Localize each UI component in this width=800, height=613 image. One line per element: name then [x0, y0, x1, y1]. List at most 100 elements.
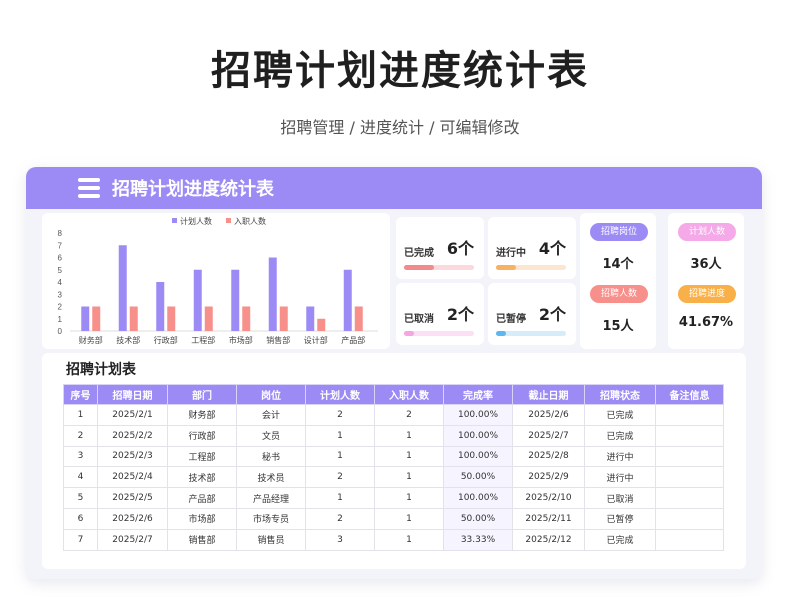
- column-header[interactable]: 部门: [167, 384, 237, 405]
- table-row[interactable]: 1 2025/2/1 财务部 会计 2 2 100.00% 2025/2/6 已完成: [63, 404, 724, 426]
- column-header[interactable]: 序号: [63, 384, 98, 405]
- bar-hired: [129, 306, 138, 331]
- table-row[interactable]: 6 2025/2/6 市场部 市场专员 2 1 50.00% 2025/2/11 已暂停: [63, 507, 724, 530]
- kpi-label-pill: 招聘岗位: [590, 223, 648, 241]
- table-cell: 销售部: [167, 528, 237, 551]
- table-cell: 2025/2/1: [97, 404, 168, 426]
- table-cell: 50.00%: [443, 507, 513, 530]
- stat-card: 进行中 4个: [488, 217, 576, 279]
- plan-table-panel: 招聘计划表 序号 招聘日期 部门 岗位 计划人数 入职人数 完成率 截止日期 招聘状态 备注信息 …: [42, 353, 746, 569]
- y-tick-label: 0: [58, 327, 63, 336]
- bar-hired: [92, 306, 101, 331]
- kpi-value: 14个: [602, 257, 634, 272]
- table-cell: 行政部: [167, 424, 237, 447]
- table-cell: 2025/2/8: [512, 445, 585, 468]
- legend-swatch: [226, 218, 231, 223]
- stat-value: 2个: [446, 305, 474, 324]
- table-cell: 5: [63, 487, 98, 509]
- table-header-row: 序号 招聘日期 部门 岗位 计划人数 入职人数 完成率 截止日期 招聘状态 备注信息: [63, 384, 724, 405]
- table-title: 招聘计划表: [66, 362, 136, 378]
- table-cell: [655, 528, 724, 551]
- kpi-value: 41.67%: [678, 315, 734, 330]
- table-cell: 1: [374, 507, 444, 530]
- y-tick-label: 4: [58, 278, 63, 287]
- table-cell: 2025/2/9: [512, 466, 585, 489]
- legend-label: 计划人数: [180, 216, 212, 226]
- table-row[interactable]: 2 2025/2/2 行政部 文员 1 1 100.00% 2025/2/7 已完成: [63, 424, 724, 447]
- card-title: 招聘计划进度统计表: [112, 179, 274, 200]
- table-cell: 100.00%: [443, 424, 513, 447]
- plan-table: 序号 招聘日期 部门 岗位 计划人数 入职人数 完成率 截止日期 招聘状态 备注信息 1 2025/…: [63, 384, 724, 551]
- table-cell: 2: [305, 507, 375, 530]
- column-header[interactable]: 入职人数: [374, 384, 444, 405]
- table-cell: [655, 424, 724, 447]
- column-header[interactable]: 招聘状态: [584, 384, 656, 405]
- table-cell: 1: [305, 487, 375, 509]
- x-tick-label: 财务部: [79, 335, 103, 345]
- table-cell: 1: [63, 404, 98, 426]
- table-cell: 已完成: [584, 404, 656, 426]
- column-header[interactable]: 截止日期: [512, 384, 585, 405]
- column-header[interactable]: 备注信息: [655, 384, 724, 405]
- column-header[interactable]: 计划人数: [305, 384, 375, 405]
- table-cell: 2025/2/6: [97, 507, 168, 530]
- table-cell: [655, 445, 724, 468]
- column-header[interactable]: 招聘日期: [97, 384, 168, 405]
- stat-progress-track: [404, 331, 474, 336]
- table-cell: 技术部: [167, 466, 237, 489]
- table-cell: 1: [374, 487, 444, 509]
- table-cell: 1: [374, 424, 444, 447]
- stat-progress-fill: [404, 331, 414, 336]
- stat-progress-track: [496, 331, 566, 336]
- table-cell: 会计: [236, 404, 306, 426]
- table-row[interactable]: 4 2025/2/4 技术部 技术员 2 1 50.00% 2025/2/9 进行中: [63, 466, 724, 489]
- table-cell: 销售员: [236, 528, 306, 551]
- table-cell: [655, 466, 724, 489]
- column-header[interactable]: 岗位: [236, 384, 306, 405]
- table-cell: 2: [305, 404, 375, 426]
- table-cell: 4: [63, 466, 98, 489]
- table-cell: 进行中: [584, 445, 656, 468]
- table-cell: 技术员: [236, 466, 306, 489]
- table-cell: 2025/2/5: [97, 487, 168, 509]
- table-cell: 3: [63, 445, 98, 468]
- bar-hired: [354, 306, 363, 331]
- table-cell: 100.00%: [443, 404, 513, 426]
- table-cell: 2025/2/10: [512, 487, 585, 509]
- menu-icon[interactable]: [78, 177, 100, 199]
- table-cell: 100.00%: [443, 445, 513, 468]
- table-cell: 产品部: [167, 487, 237, 509]
- y-tick-label: 7: [58, 241, 63, 250]
- table-cell: 100.00%: [443, 487, 513, 509]
- column-header[interactable]: 完成率: [443, 384, 513, 405]
- x-tick-label: 产品部: [341, 335, 365, 345]
- y-tick-label: 2: [58, 303, 63, 312]
- table-row[interactable]: 3 2025/2/3 工程部 秘书 1 1 100.00% 2025/2/8 进行中: [63, 445, 724, 468]
- table-row[interactable]: 5 2025/2/5 产品部 产品经理 1 1 100.00% 2025/2/10 已取消: [63, 487, 724, 509]
- bar-hired: [279, 306, 288, 331]
- table-cell: 2: [374, 404, 444, 426]
- x-tick-label: 行政部: [154, 335, 178, 345]
- y-tick-label: 8: [58, 229, 63, 238]
- kpi-column: 招聘岗位 14个 招聘人数 15人: [580, 213, 656, 349]
- table-cell: 6: [63, 507, 98, 530]
- legend-swatch: [172, 218, 177, 223]
- stat-card: 已取消 2个: [396, 283, 484, 345]
- bar-planned: [268, 257, 277, 331]
- table-cell: 文员: [236, 424, 306, 447]
- bar-planned: [343, 269, 352, 331]
- table-cell: 50.00%: [443, 466, 513, 489]
- table-cell: 3: [305, 528, 375, 551]
- bar-planned: [231, 269, 240, 331]
- table-row[interactable]: 7 2025/2/7 销售部 销售员 3 1 33.33% 2025/2/12 已完成: [63, 528, 724, 551]
- bar-chart: 0 1 2 3 4 5 6 7 8 计划人数 入职人数财务部 技术部 行政部 工程部 市场部 销售部 设计部 产品…: [58, 216, 378, 345]
- table-cell: 2025/2/4: [97, 466, 168, 489]
- table-cell: 2025/2/7: [97, 528, 168, 551]
- stat-progress-track: [404, 265, 474, 270]
- stat-value: 2个: [538, 305, 566, 324]
- table-cell: 已取消: [584, 487, 656, 509]
- table-cell: 产品经理: [236, 487, 306, 509]
- table-cell: 工程部: [167, 445, 237, 468]
- table-cell: 33.33%: [443, 528, 513, 551]
- table-cell: 2025/2/2: [97, 424, 168, 447]
